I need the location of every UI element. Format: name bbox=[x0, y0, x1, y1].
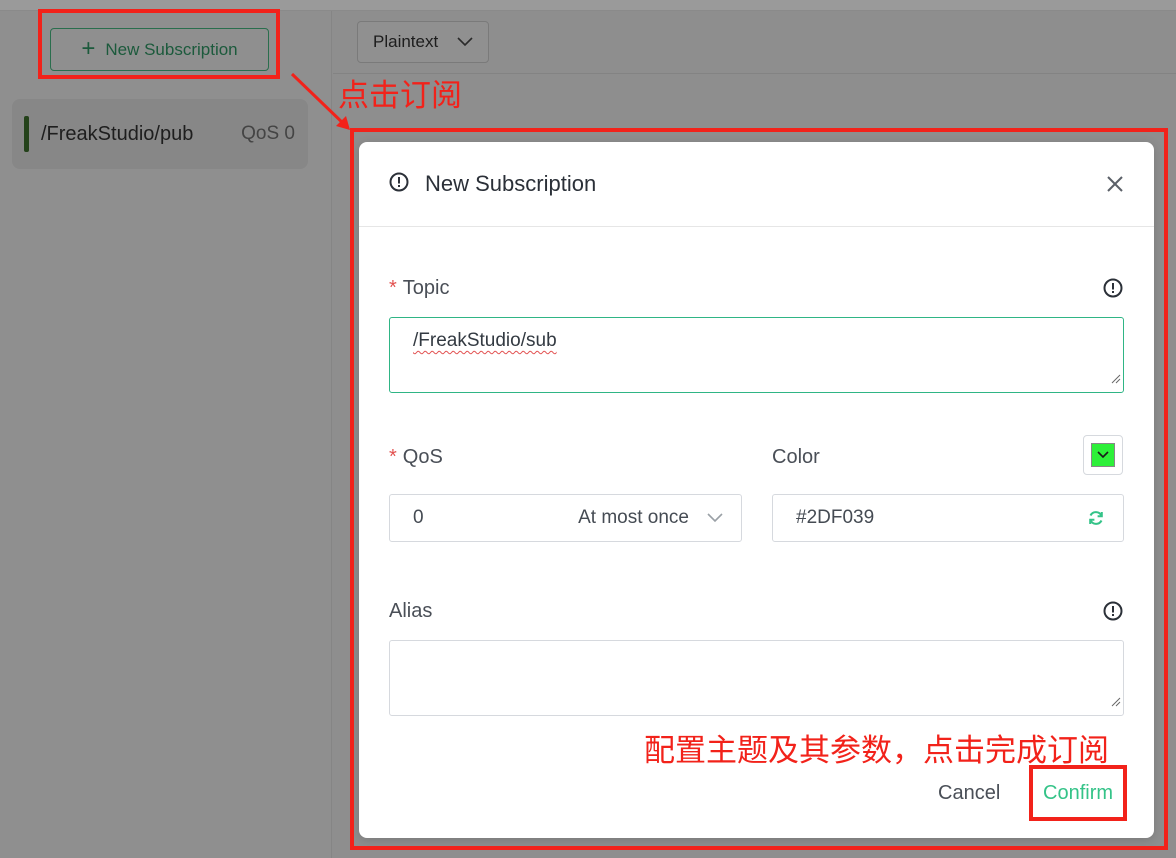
annotation-box-new-subscription bbox=[38, 9, 280, 79]
annotation-click-subscribe: 点击订阅 bbox=[338, 78, 462, 114]
subscription-color-bar bbox=[24, 116, 29, 152]
annotation-box-confirm bbox=[1029, 765, 1127, 821]
sidebar: + New Subscription /FreakStudio/pub QoS … bbox=[0, 11, 332, 858]
payload-format-value: Plaintext bbox=[373, 32, 439, 51]
subscription-topic: /FreakStudio/pub bbox=[41, 122, 194, 145]
subscription-item[interactable]: /FreakStudio/pub QoS 0 bbox=[12, 99, 308, 169]
message-toolbar: Plaintext bbox=[333, 11, 1176, 74]
chevron-down-icon bbox=[457, 32, 473, 52]
annotation-configure-hint: 配置主题及其参数，点击完成订阅 bbox=[644, 733, 1109, 769]
payload-format-select[interactable]: Plaintext bbox=[357, 21, 489, 63]
app-window: + New Subscription /FreakStudio/pub QoS … bbox=[0, 0, 1176, 858]
